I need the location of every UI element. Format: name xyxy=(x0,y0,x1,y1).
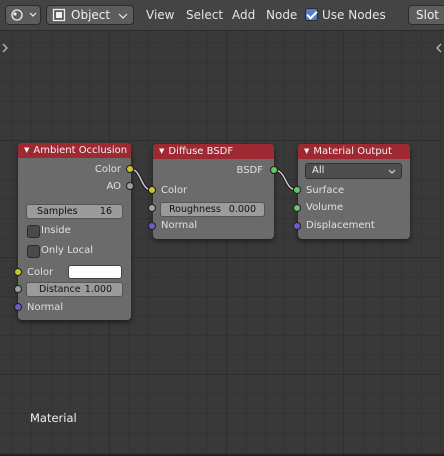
roughness-field[interactable]: Roughness 0.000 xyxy=(160,202,265,217)
output-node-header[interactable]: ▼ Material Output xyxy=(298,144,410,159)
only-local-checkbox[interactable] xyxy=(27,245,40,258)
ao-node-header[interactable]: ▼ Ambient Occlusion xyxy=(18,143,131,158)
collapse-triangle-icon[interactable]: ▼ xyxy=(24,146,29,154)
diffuse-in-normal-socket[interactable] xyxy=(148,222,156,230)
menu-view[interactable]: View xyxy=(146,8,174,23)
side-panel-arrow-right[interactable] xyxy=(435,43,443,53)
diffuse-out-bsdf-label: BSDF xyxy=(236,165,263,176)
menu-select[interactable]: Select xyxy=(186,8,223,23)
samples-field[interactable]: Samples 16 xyxy=(26,204,123,219)
ao-in-color-socket[interactable] xyxy=(14,268,22,276)
output-node-title: Material Output xyxy=(313,146,392,157)
object-icon xyxy=(52,8,66,22)
node-editor-canvas[interactable]: ▼ Ambient Occlusion Color AO Samples 16 I… xyxy=(0,31,444,454)
material-output-node[interactable]: ▼ Material Output All Surface Volume Disp… xyxy=(298,144,410,239)
ao-out-color-label: Color xyxy=(94,164,121,175)
slot-dropdown[interactable]: Slot xyxy=(408,5,444,25)
menu-add[interactable]: Add xyxy=(232,8,255,23)
output-in-volume-label: Volume xyxy=(306,202,344,213)
menu-node[interactable]: Node xyxy=(266,8,297,23)
roughness-value: 0.000 xyxy=(228,204,256,215)
collapse-triangle-icon[interactable]: ▼ xyxy=(159,147,164,155)
output-in-surface-socket[interactable] xyxy=(293,186,301,194)
samples-value: 16 xyxy=(99,206,112,217)
ambient-occlusion-node[interactable]: ▼ Ambient Occlusion Color AO Samples 16 I… xyxy=(18,143,131,320)
use-nodes-label[interactable]: Use Nodes xyxy=(322,8,386,23)
ao-out-ao-label: AO xyxy=(106,181,121,192)
diffuse-in-roughness-socket[interactable] xyxy=(148,204,156,212)
editor-type-button[interactable] xyxy=(5,5,41,25)
output-in-volume-socket[interactable] xyxy=(293,204,301,212)
output-in-displacement-label: Displacement xyxy=(306,220,375,231)
diffuse-bsdf-node[interactable]: ▼ Diffuse BSDF BSDF Color Roughness 0.000… xyxy=(153,144,274,239)
roughness-label: Roughness xyxy=(169,204,221,215)
diffuse-in-normal-label: Normal xyxy=(161,220,198,231)
diffuse-node-header[interactable]: ▼ Diffuse BSDF xyxy=(153,144,274,159)
use-nodes-checkbox[interactable] xyxy=(305,8,318,21)
object-mode-dropdown[interactable]: Object xyxy=(46,5,134,25)
output-in-displacement-socket[interactable] xyxy=(293,222,301,230)
ao-color-swatch[interactable] xyxy=(68,265,122,279)
ao-node-title: Ambient Occlusion xyxy=(33,145,128,156)
ao-out-color-socket[interactable] xyxy=(126,165,134,173)
editor-type-icon xyxy=(11,9,37,21)
ao-out-ao-socket[interactable] xyxy=(126,182,134,190)
inside-label[interactable]: Inside xyxy=(41,225,71,236)
material-name-label: Material xyxy=(30,411,77,425)
ao-in-normal-label: Normal xyxy=(27,302,64,313)
diffuse-out-bsdf-socket[interactable] xyxy=(270,166,278,174)
diffuse-in-color-label: Color xyxy=(161,185,188,196)
diffuse-in-color-socket[interactable] xyxy=(148,186,156,194)
output-in-surface-label: Surface xyxy=(306,185,345,196)
output-target-dropdown[interactable]: All xyxy=(305,163,402,179)
samples-label: Samples xyxy=(37,206,78,217)
distance-value: 1.000 xyxy=(84,284,112,295)
node-editor-header: Object View Select Add Node Use Nodes Sl… xyxy=(0,0,444,31)
ao-in-color-label: Color xyxy=(27,267,54,278)
chevron-down-icon xyxy=(388,169,396,174)
slot-label: Slot xyxy=(416,8,439,22)
collapse-triangle-icon[interactable]: ▼ xyxy=(304,147,309,155)
distance-label: Distance xyxy=(39,284,81,295)
only-local-label[interactable]: Only Local xyxy=(41,245,93,256)
inside-checkbox[interactable] xyxy=(27,225,40,238)
ao-in-distance-socket[interactable] xyxy=(14,285,22,293)
output-target-value: All xyxy=(312,165,325,176)
side-panel-arrow-left[interactable] xyxy=(1,43,9,53)
distance-field[interactable]: Distance 1.000 xyxy=(26,282,123,297)
chevron-down-icon xyxy=(118,13,128,19)
ao-in-normal-socket[interactable] xyxy=(14,303,22,311)
object-mode-label: Object xyxy=(71,8,111,22)
diffuse-node-title: Diffuse BSDF xyxy=(168,146,234,157)
